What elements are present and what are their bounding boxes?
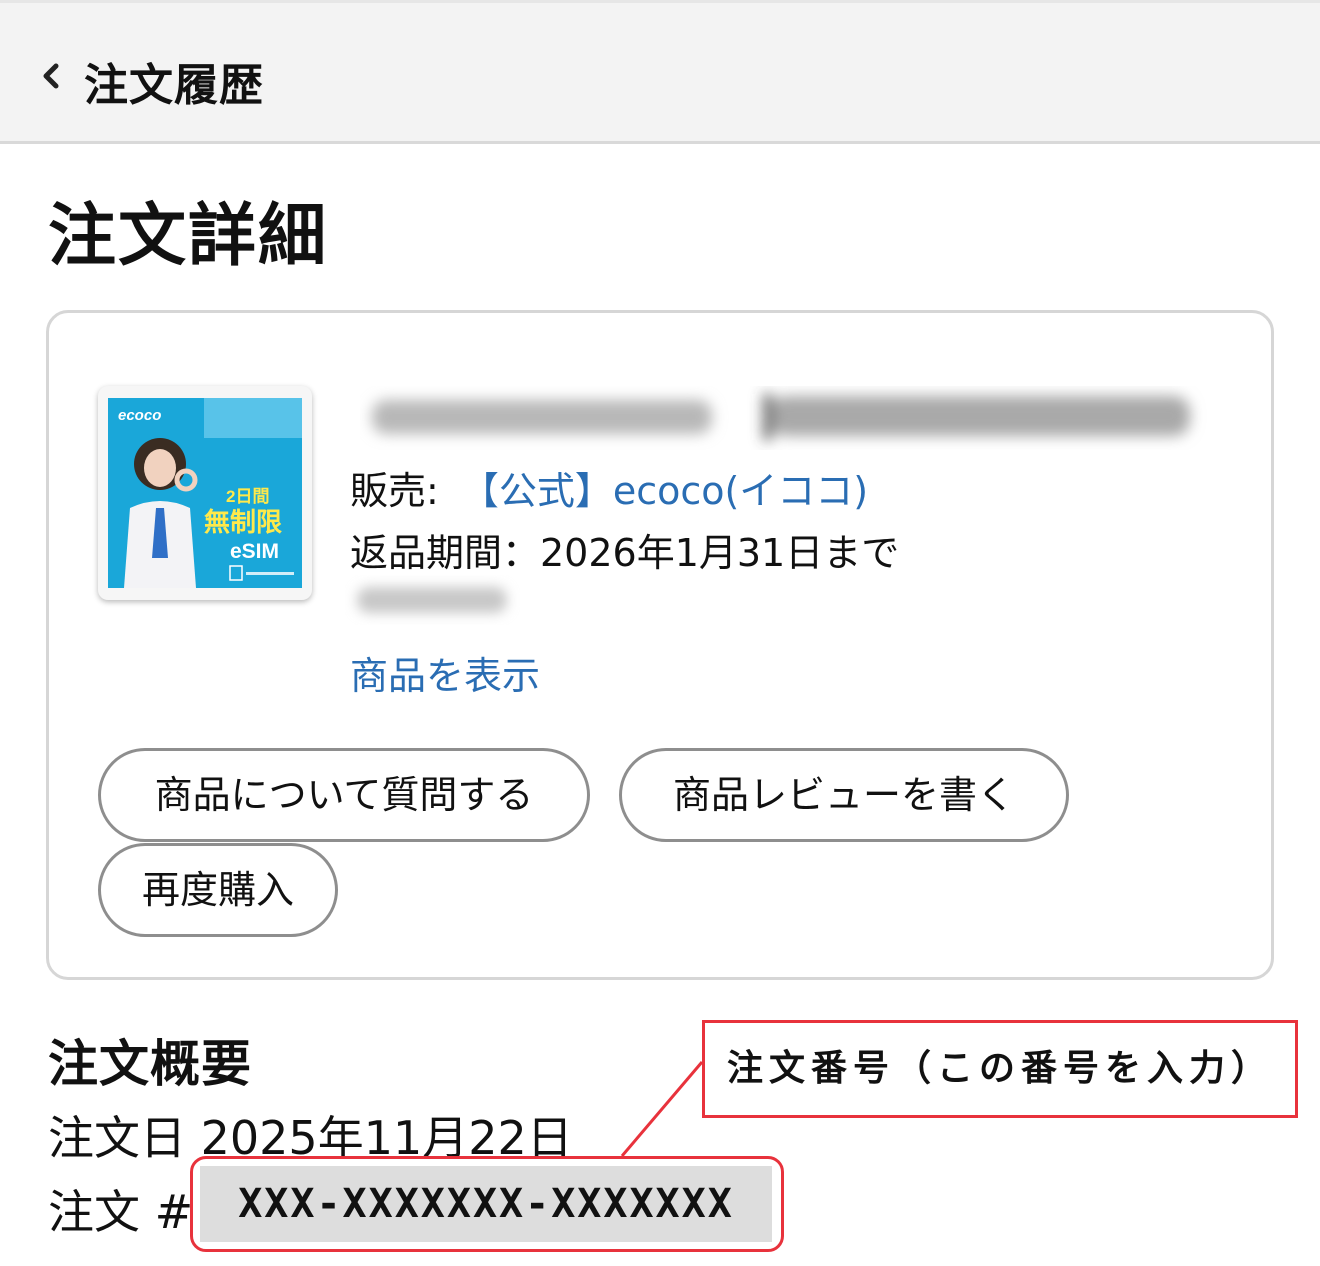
return-period: 返品期間：2026年1月31日まで: [350, 531, 900, 575]
top-bar: 注文履歴: [0, 0, 1320, 144]
chevron-left-icon[interactable]: [38, 59, 64, 93]
order-number-callout: 注文番号（この番号を入力）: [702, 1020, 1298, 1118]
product-image-badge-sub: eSIM: [230, 540, 279, 563]
back-link-order-history[interactable]: 注文履歴: [84, 49, 264, 113]
order-summary-heading: 注文概要: [48, 1035, 252, 1093]
product-image-art: ecoco 2日間 無制限 eSIM: [108, 398, 302, 588]
product-image-badge-top: 2日間: [226, 487, 269, 506]
view-product-link[interactable]: 商品を表示: [350, 645, 540, 700]
ask-question-button[interactable]: 商品について質問する: [98, 748, 590, 842]
order-number-highlight: [190, 1156, 784, 1252]
product-image[interactable]: ecoco 2日間 無制限 eSIM: [98, 386, 312, 600]
seller-link[interactable]: 【公式】ecoco(イココ): [461, 469, 868, 513]
product-image-badge-main: 無制限: [204, 507, 282, 537]
write-review-button[interactable]: 商品レビューを書く: [619, 748, 1069, 842]
product-image-brand: ecoco: [118, 407, 161, 424]
page-title: 注文詳細: [48, 197, 329, 276]
buy-again-button[interactable]: 再度購入: [98, 843, 338, 937]
product-title-redacted: [372, 394, 1190, 440]
seller-label: 販売:: [350, 469, 439, 513]
price-redacted: [357, 587, 507, 613]
order-number-label: 注文 #: [48, 1185, 194, 1239]
seller-info: 販売: 【公式】ecoco(イココ): [350, 460, 868, 515]
